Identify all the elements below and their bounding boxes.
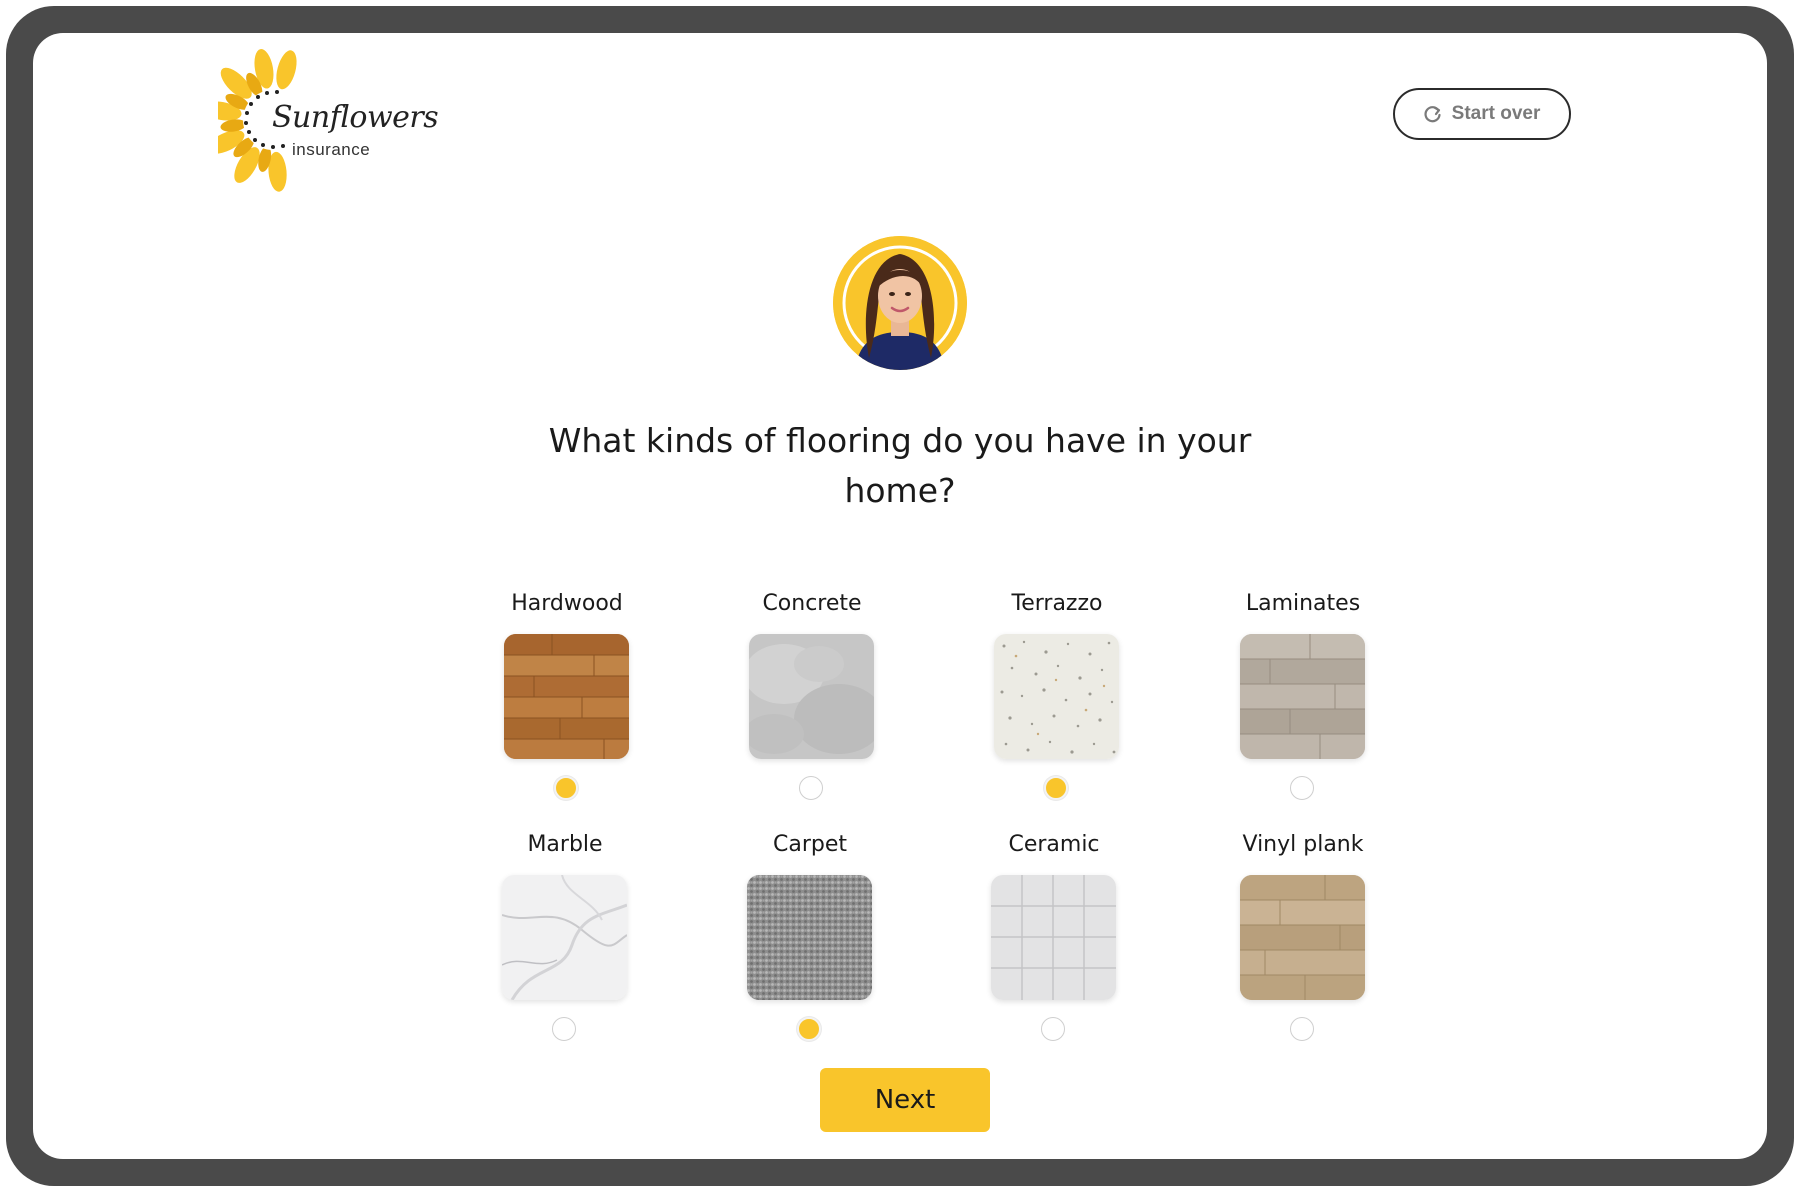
start-over-label: Start over bbox=[1451, 103, 1541, 124]
hardwood-radio[interactable] bbox=[554, 776, 578, 800]
option-vinyl-plank[interactable]: Vinyl plank bbox=[1228, 832, 1378, 1062]
vinyl-plank-swatch[interactable] bbox=[1240, 875, 1365, 1000]
option-label: Vinyl plank bbox=[1242, 832, 1364, 857]
hardwood-swatch[interactable] bbox=[504, 634, 629, 759]
vinyl-plank-radio[interactable] bbox=[1290, 1017, 1314, 1041]
carpet-swatch[interactable] bbox=[747, 875, 872, 1000]
terrazzo-radio[interactable] bbox=[1044, 776, 1068, 800]
option-label: Terrazzo bbox=[1011, 591, 1103, 616]
laminates-swatch[interactable] bbox=[1240, 634, 1365, 759]
option-label: Concrete bbox=[762, 591, 862, 616]
concrete-radio[interactable] bbox=[799, 776, 823, 800]
option-marble[interactable]: Marble bbox=[490, 832, 640, 1062]
option-label: Hardwood bbox=[511, 591, 623, 616]
marble-radio[interactable] bbox=[552, 1017, 576, 1041]
question-title: What kinds of flooring do you have in yo… bbox=[548, 421, 1252, 510]
device-frame: Sunflowers insurance Start over What kin… bbox=[6, 6, 1794, 1186]
ceramic-radio[interactable] bbox=[1041, 1017, 1065, 1041]
option-terrazzo[interactable]: Terrazzo bbox=[982, 591, 1132, 821]
option-label: Carpet bbox=[772, 832, 847, 857]
concrete-swatch[interactable] bbox=[749, 634, 874, 759]
carpet-radio[interactable] bbox=[797, 1017, 821, 1041]
refresh-icon bbox=[1424, 106, 1441, 123]
laminates-radio[interactable] bbox=[1290, 776, 1314, 800]
option-label: Laminates bbox=[1245, 591, 1361, 616]
option-label: Marble bbox=[527, 832, 603, 857]
option-hardwood[interactable]: Hardwood bbox=[492, 591, 642, 821]
option-label: Ceramic bbox=[1008, 832, 1100, 857]
option-laminates[interactable]: Laminates bbox=[1228, 591, 1378, 821]
next-button[interactable]: Next bbox=[820, 1068, 990, 1132]
terrazzo-swatch[interactable] bbox=[994, 634, 1119, 759]
start-over-button[interactable]: Start over bbox=[1393, 88, 1571, 140]
brand-logo[interactable]: Sunflowers insurance bbox=[218, 48, 439, 193]
option-ceramic[interactable]: Ceramic bbox=[979, 832, 1129, 1062]
screen: Sunflowers insurance Start over What kin… bbox=[33, 33, 1767, 1159]
brand-tagline: insurance bbox=[292, 140, 371, 159]
brand-name: Sunflowers bbox=[272, 100, 439, 135]
marble-swatch[interactable] bbox=[502, 875, 627, 1000]
ceramic-swatch[interactable] bbox=[991, 875, 1116, 1000]
option-carpet[interactable]: Carpet bbox=[735, 832, 885, 1062]
option-concrete[interactable]: Concrete bbox=[737, 591, 887, 821]
agent-avatar bbox=[833, 236, 967, 370]
